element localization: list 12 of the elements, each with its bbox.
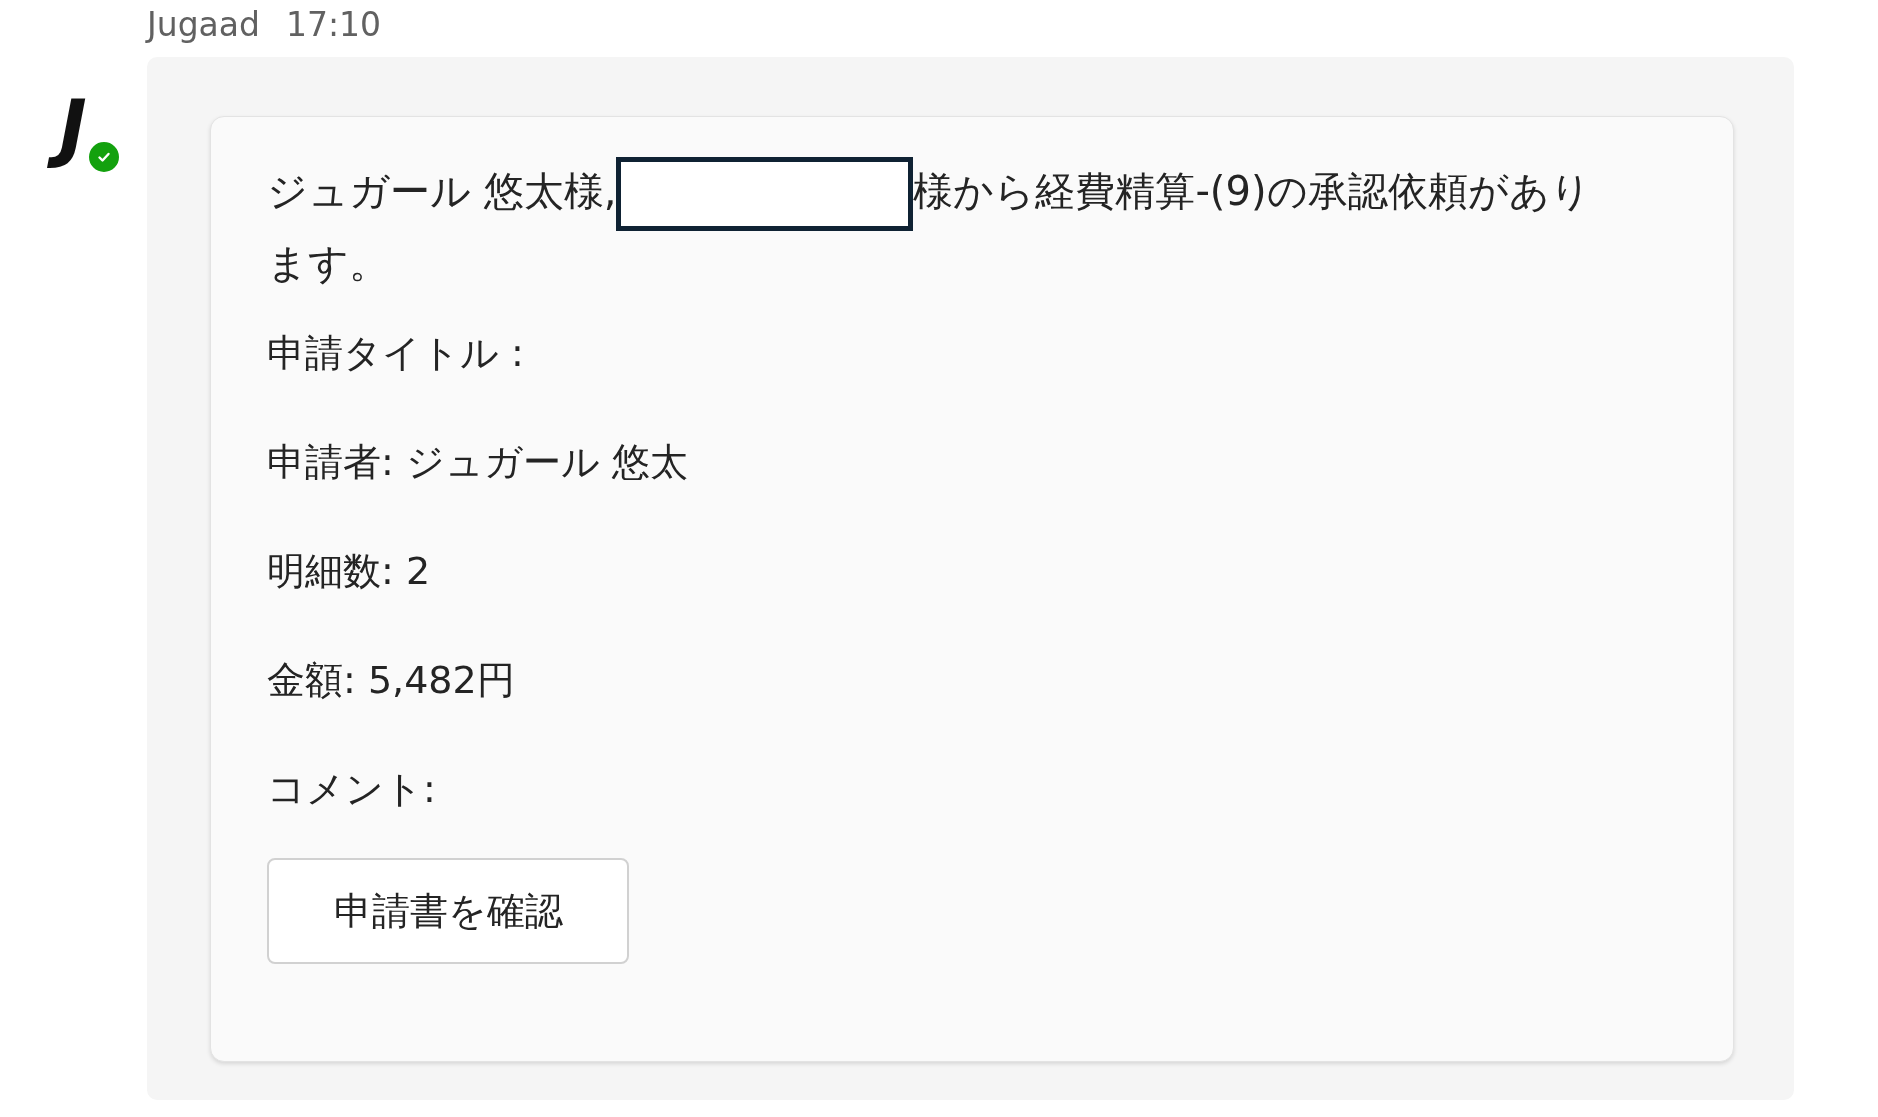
detail-line: 明細数: 2 bbox=[267, 548, 431, 595]
message-time: 17:10 bbox=[286, 4, 382, 44]
detail-line: 金額: 5,482円 bbox=[267, 657, 515, 704]
message-text: ジュガール 悠太様, bbox=[267, 168, 617, 214]
review-application-button[interactable]: 申請書を確認 bbox=[267, 858, 629, 964]
detail-line: 申請者: ジュガール 悠太 bbox=[267, 439, 688, 486]
sender-name: Jugaad bbox=[147, 4, 260, 44]
detail-line: コメント: bbox=[267, 766, 436, 813]
message-text: ます。 bbox=[267, 239, 389, 288]
avatar[interactable]: J bbox=[36, 84, 116, 170]
detail-line: 申請タイトル : bbox=[267, 330, 524, 377]
message-text: 様から経費精算-(9)の承認依頼があり bbox=[913, 168, 1591, 214]
